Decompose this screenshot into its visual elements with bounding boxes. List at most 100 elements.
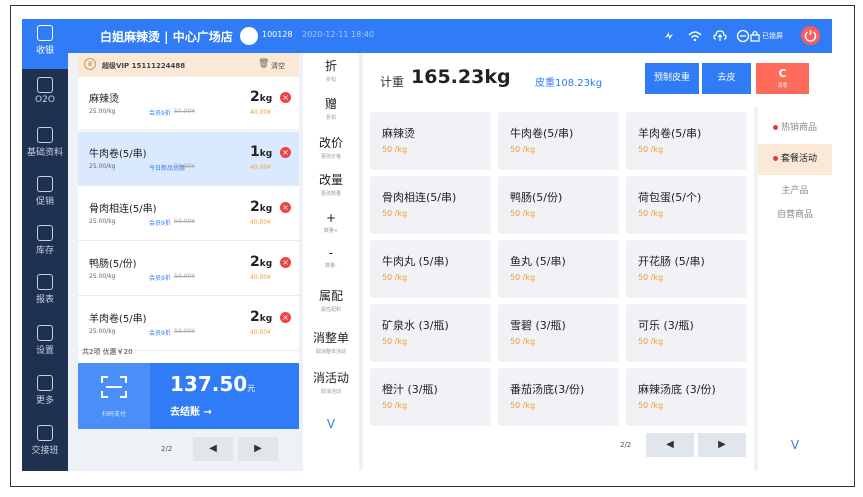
action-subtitle: 取消活动 <box>320 389 341 395</box>
action-subtitle: 更改价格 <box>320 154 341 160</box>
product-name: 羊肉卷(5/串) <box>638 127 702 140</box>
order-item-qty[interactable]: 1kg <box>250 144 272 160</box>
product-card[interactable]: 牛肉丸 (5/串) 50 /kg <box>370 240 491 298</box>
action-button-4[interactable]: + 数量+ <box>303 211 359 234</box>
cloud-upload-icon[interactable] <box>713 29 727 43</box>
product-card[interactable]: 橙汁 (3/瓶) 50 /kg <box>370 368 491 426</box>
sync-icon[interactable] <box>662 29 676 43</box>
weight-label: 计重 <box>380 75 405 89</box>
action-subtitle: 数量+ <box>323 228 339 234</box>
sidebar-item-label: 交接班 <box>31 446 59 456</box>
product-card[interactable]: 麻辣烫 50 /kg <box>370 112 491 170</box>
action-button-3[interactable]: 改量 更改数量 <box>303 171 359 197</box>
action-title: + <box>325 211 337 225</box>
action-button-7[interactable]: 消整单 取消整单活动 <box>303 329 359 355</box>
sidebar-item-6[interactable]: 设置 <box>22 319 68 369</box>
product-next-button[interactable]: ▶ <box>698 433 746 457</box>
remove-item-icon[interactable]: × <box>280 147 291 158</box>
product-price: 50 /kg <box>382 145 408 154</box>
sidebar-item-4[interactable]: 库存 <box>22 219 68 269</box>
gear-icon <box>37 325 53 341</box>
product-card[interactable]: 羊肉卷(5/串) 50 /kg <box>626 112 747 170</box>
product-card[interactable]: 番茄汤底(3/份) 50 /kg <box>498 368 619 426</box>
product-card[interactable]: 鱼丸 (5/串) 50 /kg <box>498 240 619 298</box>
lock-screen-label[interactable]: 已锁屏 <box>762 31 783 41</box>
product-card[interactable]: 雪碧 (3/瓶) 50 /kg <box>498 304 619 362</box>
product-prev-button[interactable]: ◀ <box>646 433 694 457</box>
sidebar-item-7[interactable]: 更多 <box>22 369 68 419</box>
product-price: 50 /kg <box>510 209 536 218</box>
remove-item-icon[interactable]: × <box>280 312 291 323</box>
product-card[interactable]: 矿泉水 (3/瓶) 50 /kg <box>370 304 491 362</box>
category-item-0[interactable]: 热销商品 <box>758 113 832 144</box>
category-label: 自营商品 <box>776 210 813 220</box>
remove-item-icon[interactable]: × <box>280 202 291 213</box>
power-icon <box>804 30 817 42</box>
order-page-indicator: 2/2 <box>161 445 173 453</box>
category-label: 套餐活动 <box>780 154 817 164</box>
product-card[interactable]: 荷包蛋(5/个) 50 /kg <box>626 176 747 234</box>
action-button-8[interactable]: 消活动 取消活动 <box>303 369 359 395</box>
preset-tare-button[interactable]: 预制皮重 <box>645 63 699 94</box>
order-row[interactable]: 骨肉相连(5/串) 25.00/kg 会员9折 50.00¥ 2kg × 40.00¥ <box>78 187 299 241</box>
scan-pay-button[interactable]: 扫码支付 <box>78 363 150 429</box>
clear-order-button[interactable]: 清空 <box>271 61 285 71</box>
product-card[interactable]: 骨肉相连(5/串) 50 /kg <box>370 176 491 234</box>
sidebar-item-8[interactable]: 交接班 <box>22 419 68 469</box>
action-button-2[interactable]: 改价 更改价格 <box>303 134 359 160</box>
order-item-qty[interactable]: 2kg <box>250 309 272 325</box>
action-subtitle: 折扣 <box>325 115 336 121</box>
lock-icon[interactable] <box>748 29 762 43</box>
product-price: 50 /kg <box>638 145 664 154</box>
order-row[interactable]: 鸭肠(5/份) 25.00/kg 会员9折 50.00¥ 2kg × 40.00¥ <box>78 242 299 296</box>
remove-item-icon[interactable]: × <box>280 257 291 268</box>
box-icon <box>37 225 53 241</box>
bag-icon <box>37 77 53 93</box>
zero-button-label: 清零 <box>777 83 788 89</box>
product-card[interactable]: 牛肉卷(5/串) 50 /kg <box>498 112 619 170</box>
category-item-2[interactable]: 主产品 <box>758 179 832 203</box>
sidebar-item-3[interactable]: 促销 <box>22 170 68 220</box>
category-item-1[interactable]: 套餐活动 <box>758 144 832 175</box>
remove-tare-button[interactable]: 去皮 <box>702 63 751 94</box>
sidebar-item-2[interactable]: 基础资料 <box>22 121 68 171</box>
order-item-name: 麻辣烫 <box>89 94 119 105</box>
sidebar-item-label: O2O <box>35 95 55 105</box>
order-next-button[interactable]: ▶ <box>238 437 278 461</box>
order-row[interactable]: 牛肉卷(5/串) 25.00/kg 今日新品优惠 50.00¥ 1kg × 40.00¥ <box>78 132 299 186</box>
action-button-9[interactable]: V <box>303 417 359 431</box>
order-item-original-price: 50.00¥ <box>174 163 195 170</box>
action-button-6[interactable]: 属配 属性配料 <box>303 287 359 313</box>
checkout-button[interactable]: 去结账 → <box>170 403 212 418</box>
product-pager: 2/2 ◀ ▶ <box>363 433 754 457</box>
sidebar-item-0[interactable]: 收银 <box>22 19 68 69</box>
order-item-subtotal: 40.00¥ <box>250 219 271 226</box>
power-button[interactable] <box>801 26 820 45</box>
remove-item-icon[interactable]: × <box>280 92 291 103</box>
product-price: 50 /kg <box>382 273 408 282</box>
product-card[interactable]: 鸭肠(5/份) 50 /kg <box>498 176 619 234</box>
zero-button[interactable]: C 清零 <box>756 63 809 94</box>
user-avatar[interactable] <box>240 27 258 45</box>
action-button-5[interactable]: - 数量- <box>303 246 359 269</box>
categories-more-button[interactable]: V <box>758 433 832 457</box>
order-row[interactable]: 麻辣烫 25.00/kg 会员9折 50.00¥ 2kg × 40.00¥ <box>78 77 299 131</box>
action-button-1[interactable]: 赠折扣 <box>303 95 359 121</box>
order-item-qty[interactable]: 2kg <box>250 89 272 105</box>
promo-icon <box>37 176 53 192</box>
sidebar-item-5[interactable]: 报表 <box>22 268 68 318</box>
trash-icon[interactable]: 🗑 <box>258 59 269 69</box>
sidebar-item-1[interactable]: O2O <box>22 71 68 121</box>
order-list: ♛ 超级VIP 15111224488 🗑 清空 麻辣烫 25.00/kg 会员9折… <box>78 53 299 399</box>
order-item-qty[interactable]: 2kg <box>250 199 272 215</box>
product-card[interactable]: 可乐 (3/瓶) 50 /kg <box>626 304 747 362</box>
action-button-0[interactable]: 折折扣 <box>303 57 359 83</box>
scale-header: 计重 165.23kg 皮重108.23kg 预制皮重 去皮 C 清零 <box>363 53 832 107</box>
product-price: 50 /kg <box>510 337 536 346</box>
product-card[interactable]: 开花肠 (5/串) 50 /kg <box>626 240 747 298</box>
product-card[interactable]: 麻辣汤底 (3/份) 50 /kg <box>626 368 747 426</box>
product-name: 鸭肠(5/份) <box>510 191 563 204</box>
order-item-qty[interactable]: 2kg <box>250 254 272 270</box>
order-prev-button[interactable]: ◀ <box>193 437 233 461</box>
category-item-3[interactable]: 自营商品 <box>758 203 832 227</box>
